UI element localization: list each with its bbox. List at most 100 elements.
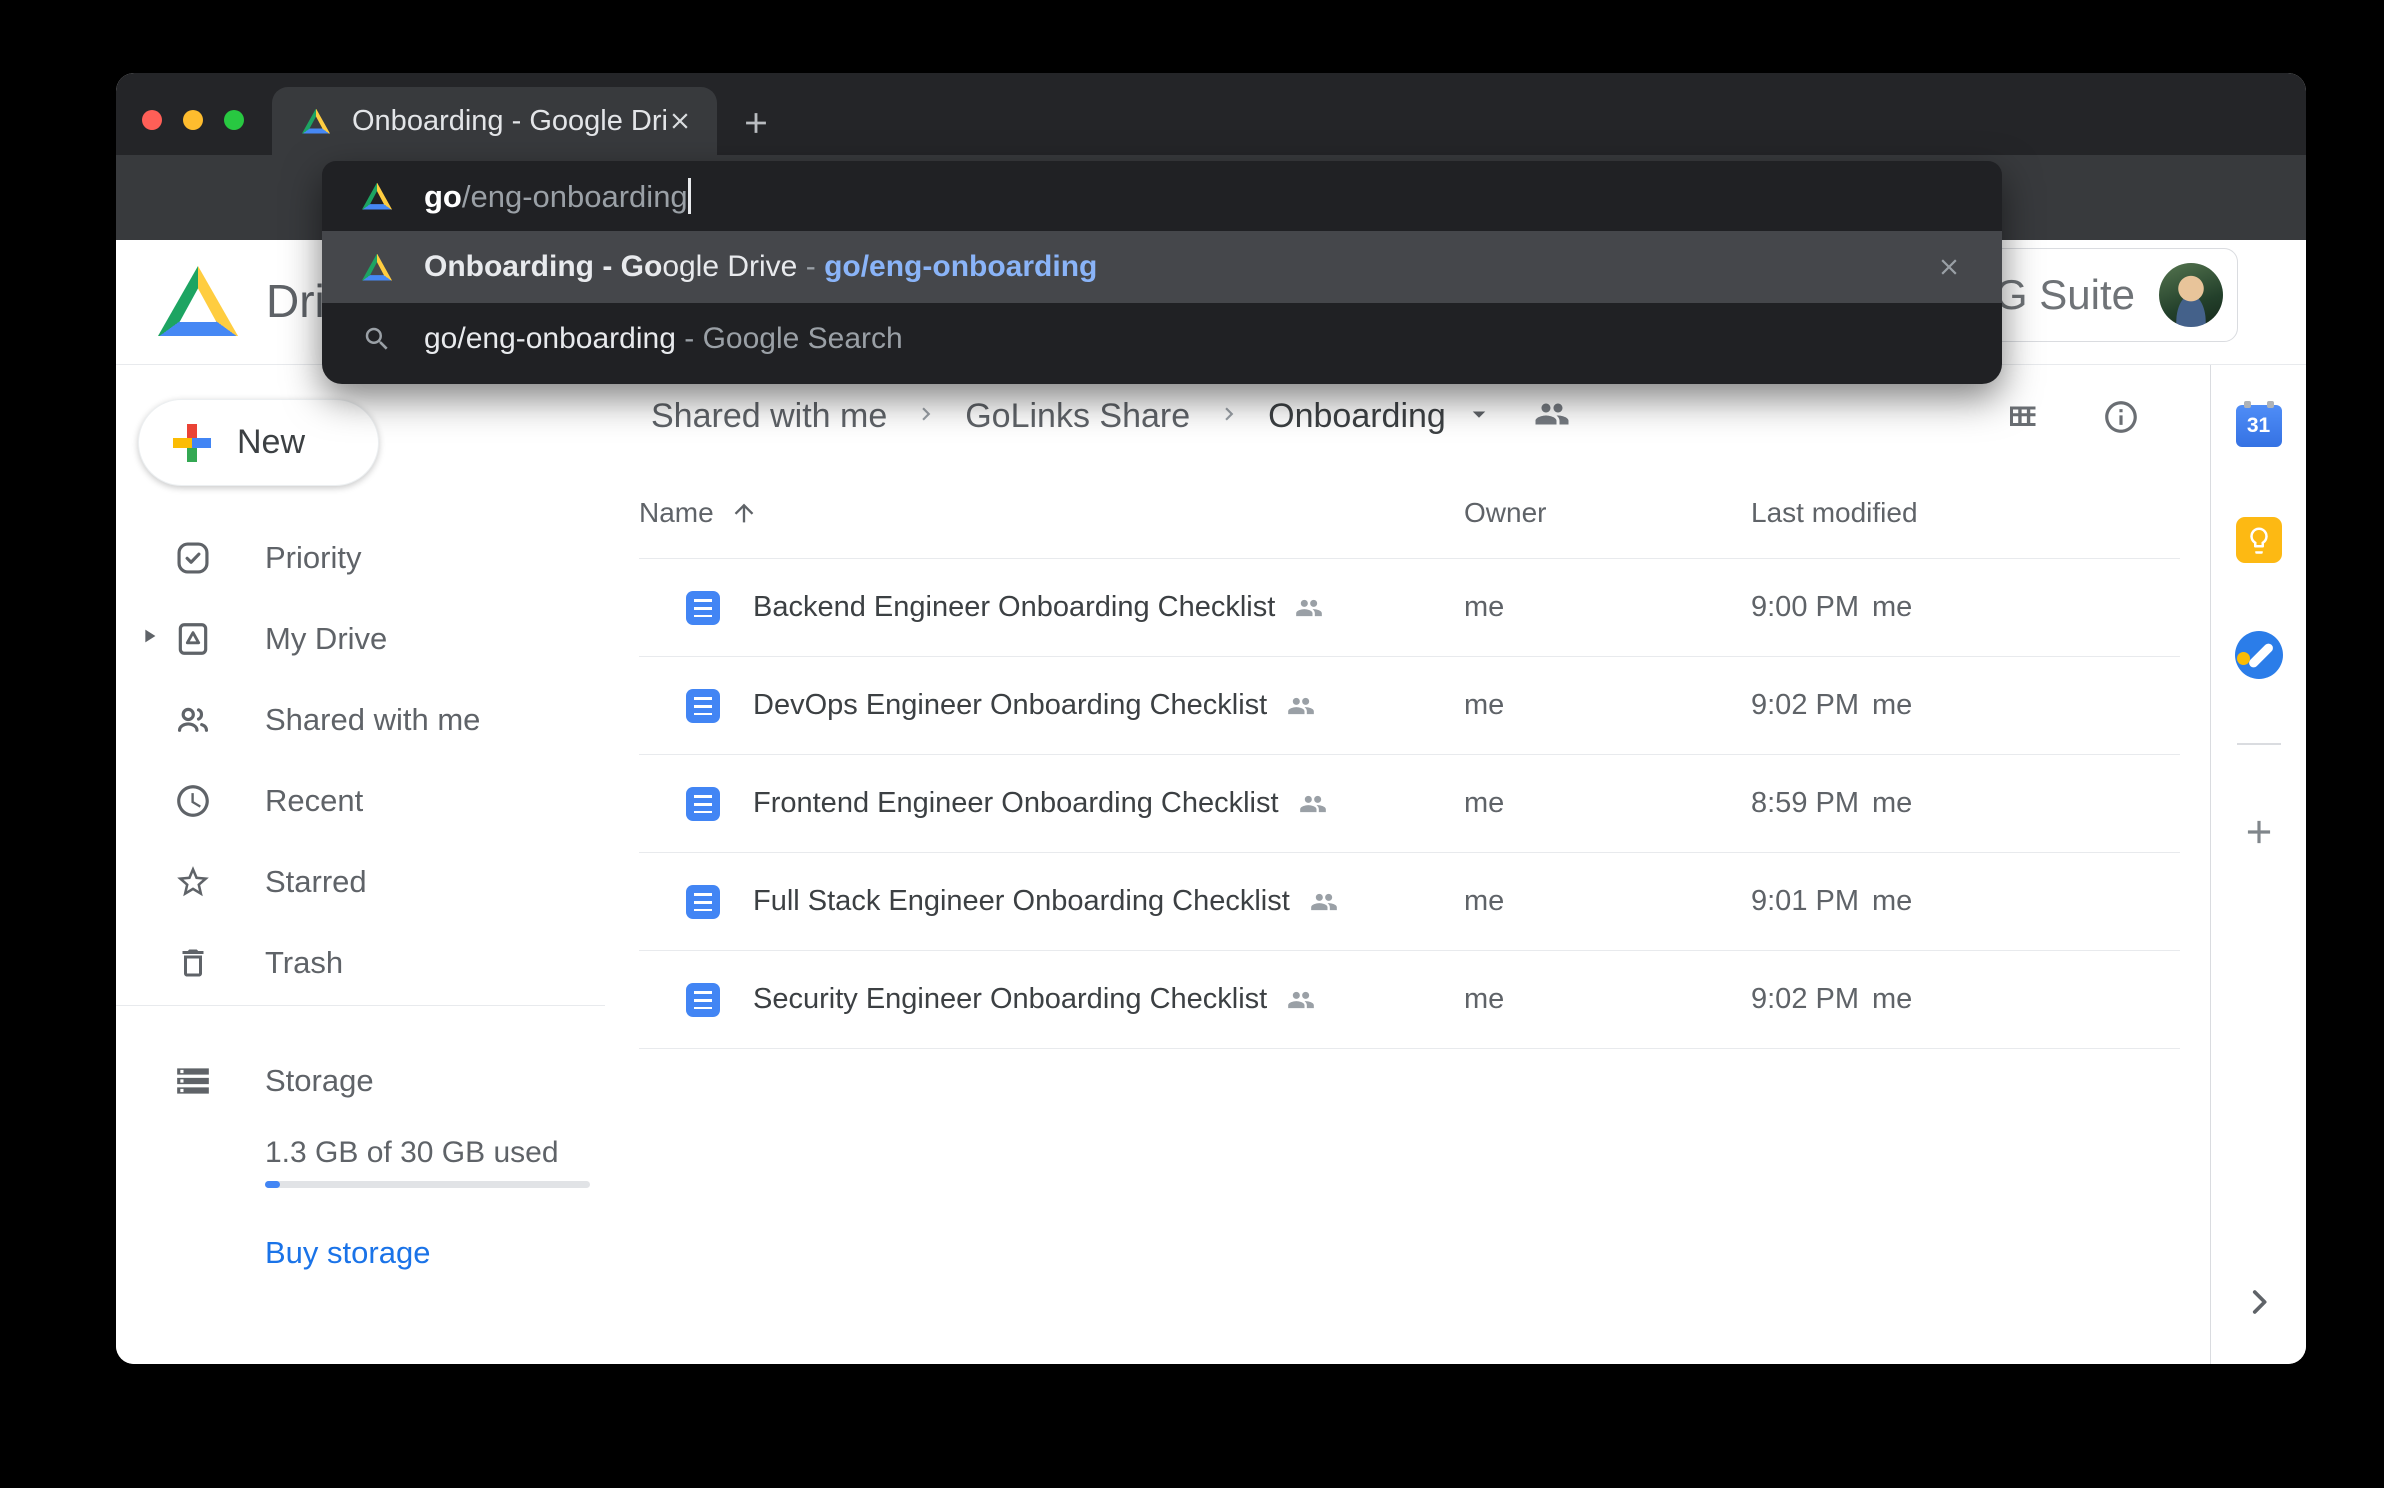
file-modified: 8:59 PM me xyxy=(1751,787,1912,820)
file-modified: 9:01 PM me xyxy=(1751,885,1912,918)
sidebar-item-priority[interactable]: Priority xyxy=(116,517,605,598)
chevron-right-icon xyxy=(913,401,939,432)
file-modified-by: me xyxy=(1872,591,1912,624)
tasks-icon[interactable] xyxy=(2235,631,2283,679)
google-docs-icon xyxy=(686,689,720,723)
storage-usage-text: 1.3 GB of 30 GB used xyxy=(265,1136,559,1170)
file-modified-by: me xyxy=(1872,787,1912,820)
sidebar-item-my-drive[interactable]: My Drive xyxy=(116,598,605,679)
file-row[interactable]: Full Stack Engineer Onboarding Checklist… xyxy=(639,853,2180,951)
sort-by-name[interactable]: Name xyxy=(639,497,758,529)
drive-logo-icon xyxy=(158,266,238,336)
shared-people-icon xyxy=(1287,986,1315,1014)
add-addon-icon[interactable] xyxy=(2240,813,2278,856)
my-drive-icon xyxy=(174,620,212,658)
google-docs-icon xyxy=(686,787,720,821)
trash-icon xyxy=(174,945,212,981)
google-plus-icon xyxy=(173,424,211,462)
view-actions xyxy=(2004,365,2140,468)
shared-people-icon xyxy=(1299,790,1327,818)
new-button[interactable]: New xyxy=(138,399,379,486)
file-row[interactable]: Backend Engineer Onboarding Checklist me… xyxy=(639,559,2180,657)
caret-down-icon[interactable] xyxy=(1464,399,1494,434)
table-header: Name Owner Last modified xyxy=(639,468,2180,559)
google-docs-icon xyxy=(686,983,720,1017)
breadcrumb-onboarding[interactable]: Onboarding xyxy=(1268,397,1446,436)
tab-close-icon[interactable] xyxy=(667,108,693,134)
omnibox-dropdown: go/eng-onboarding Onboarding - Google Dr… xyxy=(322,161,2002,384)
file-name-group: DevOps Engineer Onboarding Checklist xyxy=(753,689,1315,722)
address-bar[interactable]: go/eng-onboarding xyxy=(322,161,2002,231)
expand-arrow-icon[interactable] xyxy=(138,625,160,652)
file-name-group: Frontend Engineer Onboarding Checklist xyxy=(753,787,1327,820)
sidebar-item-starred[interactable]: Starred xyxy=(116,841,605,922)
new-tab-button[interactable] xyxy=(734,101,778,145)
sidebar-item-storage[interactable]: Storage xyxy=(116,1040,605,1121)
remove-suggestion-icon[interactable] xyxy=(1936,254,1962,280)
file-name: DevOps Engineer Onboarding Checklist xyxy=(753,689,1267,722)
zoom-window-button[interactable] xyxy=(224,110,244,130)
file-modified-by: me xyxy=(1872,689,1912,722)
sort-arrow-up-icon xyxy=(730,499,758,527)
calendar-day: 31 xyxy=(2247,414,2270,438)
sidebar-item-trash[interactable]: Trash xyxy=(116,922,605,1003)
priority-check-icon xyxy=(174,539,212,577)
suggestion-search-text: go/eng-onboarding - Google Search xyxy=(424,322,903,356)
drive-favicon xyxy=(302,109,330,134)
last-modified-header[interactable]: Last modified xyxy=(1751,497,1918,529)
drive-sidebar: New Priority My Drive Shared with me xyxy=(116,365,605,1364)
gsuite-label: G Suite xyxy=(1995,271,2135,319)
breadcrumb-golinks-share[interactable]: GoLinks Share xyxy=(965,397,1190,436)
sidebar-item-shared-with-me[interactable]: Shared with me xyxy=(116,679,605,760)
calendar-icon[interactable]: 31 xyxy=(2236,405,2282,447)
suggestion-search[interactable]: go/eng-onboarding - Google Search xyxy=(322,303,2002,375)
plus-icon xyxy=(739,106,773,140)
file-row[interactable]: Frontend Engineer Onboarding Checklist m… xyxy=(639,755,2180,853)
file-modified: 9:02 PM me xyxy=(1751,983,1912,1016)
side-panel-rail: 31 xyxy=(2210,365,2306,1364)
file-table-body: Backend Engineer Onboarding Checklist me… xyxy=(639,559,2180,1049)
breadcrumb-shared-with-me[interactable]: Shared with me xyxy=(651,397,887,436)
sidebar-item-recent[interactable]: Recent xyxy=(116,760,605,841)
desktop: Onboarding - Google Drive xyxy=(0,0,2384,1488)
shared-people-icon xyxy=(1310,888,1338,916)
file-owner: me xyxy=(1464,983,1504,1016)
file-owner: me xyxy=(1464,689,1504,722)
star-icon xyxy=(174,863,212,901)
file-row[interactable]: DevOps Engineer Onboarding Checklist me … xyxy=(639,657,2180,755)
file-modified-time: 9:02 PM xyxy=(1751,983,1859,1016)
clock-icon xyxy=(174,782,212,820)
collapse-panel-chevron-icon[interactable] xyxy=(2242,1285,2276,1324)
file-modified-time: 9:02 PM xyxy=(1751,689,1859,722)
drive-favicon xyxy=(362,183,392,210)
info-icon[interactable] xyxy=(2102,398,2140,436)
file-name-group: Backend Engineer Onboarding Checklist xyxy=(753,591,1323,624)
file-modified: 9:00 PM me xyxy=(1751,591,1912,624)
keep-icon[interactable] xyxy=(2236,517,2282,563)
chevron-right-icon xyxy=(1216,401,1242,432)
browser-window: Onboarding - Google Drive xyxy=(116,73,2306,1364)
suggestion-drive-text: Onboarding - Google Drive - go/eng-onboa… xyxy=(424,250,1097,284)
sidebar-nav: Priority My Drive Shared with me Recent xyxy=(116,517,605,1003)
browser-tab[interactable]: Onboarding - Google Drive xyxy=(272,87,717,155)
account-avatar[interactable] xyxy=(2159,263,2223,327)
shared-people-icon xyxy=(1295,594,1323,622)
file-owner: me xyxy=(1464,591,1504,624)
minimize-window-button[interactable] xyxy=(183,110,203,130)
file-browser: Shared with me GoLinks Share Onboarding … xyxy=(605,365,2210,1364)
grid-view-icon[interactable] xyxy=(2004,399,2040,435)
search-icon xyxy=(362,324,392,354)
file-name: Frontend Engineer Onboarding Checklist xyxy=(753,787,1279,820)
file-row[interactable]: Security Engineer Onboarding Checklist m… xyxy=(639,951,2180,1049)
text-cursor xyxy=(688,178,691,214)
file-name: Security Engineer Onboarding Checklist xyxy=(753,983,1267,1016)
storage-progress-fill xyxy=(265,1181,280,1188)
close-window-button[interactable] xyxy=(142,110,162,130)
suggestion-drive[interactable]: Onboarding - Google Drive - go/eng-onboa… xyxy=(322,231,2002,303)
file-name-group: Security Engineer Onboarding Checklist xyxy=(753,983,1315,1016)
new-button-label: New xyxy=(237,423,305,462)
owner-header[interactable]: Owner xyxy=(1464,497,1546,529)
storage-progress-bar xyxy=(265,1181,590,1188)
google-docs-icon xyxy=(686,591,720,625)
buy-storage-link[interactable]: Buy storage xyxy=(265,1235,430,1271)
